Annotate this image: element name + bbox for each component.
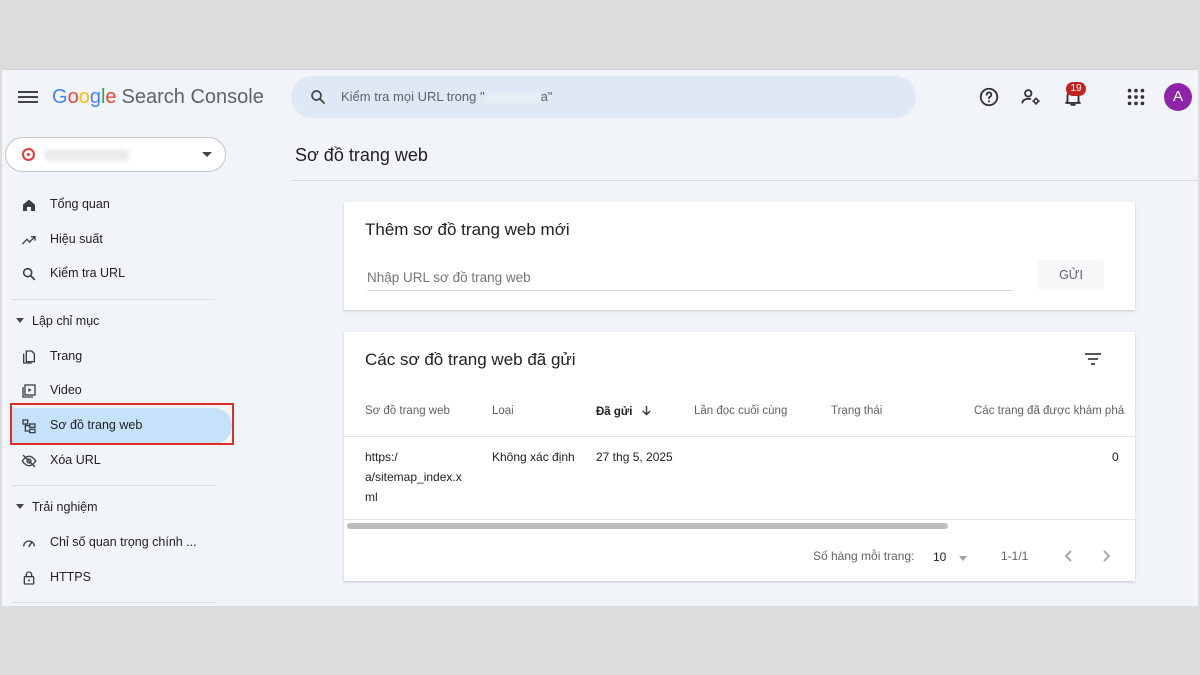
column-header-discovered-pages[interactable]: Các trang đã được khám phá xyxy=(974,405,1124,417)
sidebar-divider xyxy=(12,299,215,300)
column-header-submitted[interactable]: Đã gửi xyxy=(596,405,652,418)
sidebar-item-label: Video xyxy=(50,383,82,397)
logo-letter: o xyxy=(78,86,90,108)
search-placeholder: Kiểm tra mọi URL trong " a" xyxy=(341,89,552,104)
sitemap-url-line: ml xyxy=(365,490,378,504)
visibility-off-icon xyxy=(21,454,37,468)
filter-icon[interactable] xyxy=(1084,352,1102,366)
sidebar-item-url-inspection[interactable]: Kiểm tra URL xyxy=(12,256,232,292)
blurred-property-name xyxy=(44,149,130,161)
help-icon[interactable] xyxy=(978,86,1000,108)
search-console-app: Google Search Console Kiểm tra mọi URL tr… xyxy=(2,69,1198,606)
sidebar-item-label: Tổng quan xyxy=(50,197,110,211)
submit-button[interactable]: GỬI xyxy=(1038,260,1104,290)
column-header-sitemap[interactable]: Sơ đồ trang web xyxy=(365,405,450,417)
section-label: Trải nghiệm xyxy=(32,500,98,514)
sidebar-divider xyxy=(12,485,215,486)
sidebar-item-sitemaps[interactable]: Sơ đồ trang web xyxy=(12,408,232,444)
sidebar-item-video[interactable]: Video xyxy=(12,373,232,409)
type-cell: Không xác định xyxy=(492,450,575,464)
card-title: Các sơ đồ trang web đã gửi xyxy=(365,350,576,369)
column-header-status[interactable]: Trạng thái xyxy=(831,405,882,417)
column-header-type[interactable]: Loại xyxy=(492,405,514,417)
menu-icon[interactable] xyxy=(18,88,38,108)
speed-icon xyxy=(23,540,35,548)
page-title: Sơ đồ trang web xyxy=(295,145,428,165)
account-avatar[interactable]: A xyxy=(1164,83,1192,111)
lock-icon xyxy=(23,571,35,585)
sitemap-icon xyxy=(22,419,36,434)
logo-letter: g xyxy=(89,86,101,108)
column-header-label: Đã gửi xyxy=(596,406,633,418)
blurred-domain xyxy=(484,92,541,103)
sidebar-item-core-web-vitals[interactable]: Chỉ số quan trọng chính ... xyxy=(12,525,232,561)
logo-letter: G xyxy=(52,86,68,108)
notification-badge: 19 xyxy=(1066,82,1086,96)
sidebar-item-pages[interactable]: Trang xyxy=(12,339,232,375)
video-icon xyxy=(22,384,36,398)
column-header-last-read[interactable]: Lần đọc cuối cùng xyxy=(694,405,787,417)
property-favicon-icon xyxy=(22,148,35,161)
search-icon xyxy=(22,267,36,281)
home-icon xyxy=(23,199,35,211)
card-title: Thêm sơ đồ trang web mới xyxy=(365,220,570,239)
section-experience[interactable]: Trải nghiệm xyxy=(14,496,214,520)
submitted-date-cell: 27 thg 5, 2025 xyxy=(596,450,673,464)
url-inspection-search[interactable]: Kiểm tra mọi URL trong " a" xyxy=(291,76,916,118)
dropdown-caret-icon xyxy=(959,556,967,561)
top-app-bar: Google Search Console Kiểm tra mọi URL tr… xyxy=(2,70,1198,130)
previous-page-icon[interactable] xyxy=(1060,546,1078,566)
sidebar-item-label: Sơ đồ trang web xyxy=(50,418,143,432)
sidebar-item-label: Kiểm tra URL xyxy=(50,266,126,280)
submitted-sitemaps-card: Các sơ đồ trang web đã gửi Sơ đồ trang w… xyxy=(344,332,1135,581)
product-logo[interactable]: Google Search Console xyxy=(52,86,264,109)
logo-product-name: Search Console xyxy=(121,86,264,108)
rows-per-page-select[interactable]: 10 xyxy=(931,546,973,568)
sitemap-url-input[interactable] xyxy=(367,265,1013,291)
chevron-down-icon xyxy=(202,152,212,157)
rows-per-page-value: 10 xyxy=(933,550,947,564)
add-sitemap-card: Thêm sơ đồ trang web mới GỬI xyxy=(344,202,1135,310)
sidebar-item-https[interactable]: HTTPS xyxy=(12,560,232,596)
logo-letter: o xyxy=(67,86,79,108)
sidebar-item-label: Xóa URL xyxy=(50,453,101,467)
search-placeholder-suffix: a" xyxy=(540,89,553,104)
arrow-down-icon xyxy=(641,405,651,416)
logo-letter: e xyxy=(105,86,117,108)
title-divider xyxy=(291,180,1198,181)
property-selector[interactable] xyxy=(5,137,226,172)
sitemap-url-line: https:/ xyxy=(365,450,398,464)
header-divider xyxy=(344,436,1135,437)
apps-grid-icon[interactable] xyxy=(1125,86,1147,108)
pages-icon xyxy=(23,350,35,364)
sitemap-url-line: a/sitemap_index.x xyxy=(365,470,462,484)
discovered-pages-cell: 0 xyxy=(1112,450,1119,464)
sitemap-url-cell: https:/ a/sitemap_index.x ml xyxy=(365,447,469,507)
sidebar-item-label: Hiệu suất xyxy=(50,232,103,246)
manage-users-icon[interactable] xyxy=(1020,86,1042,108)
next-page-icon[interactable] xyxy=(1097,546,1115,566)
rows-per-page-label: Số hàng mỗi trang: xyxy=(813,549,915,563)
caret-down-icon xyxy=(16,318,24,323)
sidebar-item-label: Chỉ số quan trọng chính ... xyxy=(50,535,197,549)
row-divider xyxy=(344,519,1135,520)
sidebar-item-label: HTTPS xyxy=(50,570,91,584)
search-placeholder-prefix: Kiểm tra mọi URL trong " xyxy=(341,89,485,104)
caret-down-icon xyxy=(16,504,24,509)
sidebar-divider xyxy=(12,602,215,603)
horizontal-scrollbar[interactable] xyxy=(347,523,948,529)
sidebar-item-performance[interactable]: Hiệu suất xyxy=(12,222,232,258)
trending-up-icon xyxy=(21,236,36,245)
section-indexing[interactable]: Lập chỉ mục xyxy=(14,310,214,334)
sidebar-item-removals[interactable]: Xóa URL xyxy=(12,443,232,479)
section-label: Lập chỉ mục xyxy=(32,314,100,328)
sidebar-item-label: Trang xyxy=(50,349,83,363)
sidebar-item-overview[interactable]: Tổng quan xyxy=(12,187,232,223)
search-icon xyxy=(311,90,325,104)
pagination-range: 1-1/1 xyxy=(1001,549,1029,563)
